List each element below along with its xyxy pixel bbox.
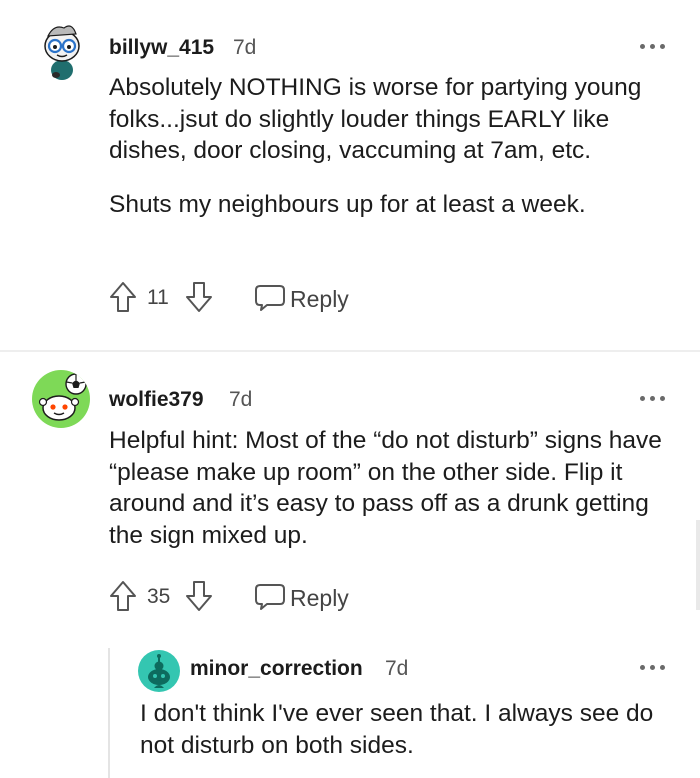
comment-actions: 35 Reply	[108, 579, 368, 619]
user-avatar[interactable]	[34, 20, 90, 82]
comment-bubble-icon	[255, 584, 285, 610]
upvote-icon[interactable]	[108, 280, 138, 314]
comment-actions: 11 Reply	[108, 280, 368, 320]
reply-button[interactable]: Reply	[254, 579, 364, 613]
snoo-soccer-avatar-icon	[38, 373, 87, 421]
comment-billyw-415: billyw_415 7d Absolutely NOTHING is wors…	[0, 0, 700, 350]
more-options-icon[interactable]	[640, 664, 666, 672]
comment-wolfie379: wolfie379 7d Helpful hint: Most of the “…	[0, 352, 700, 642]
more-options-icon[interactable]	[640, 395, 666, 403]
downvote-icon[interactable]	[184, 280, 214, 314]
user-avatar[interactable]	[32, 370, 90, 428]
comment-body: Absolutely NOTHING is worse for partying…	[109, 72, 679, 220]
scrollbar[interactable]	[696, 520, 700, 610]
snoo-default-avatar-icon	[148, 654, 170, 688]
comment-body: I don't think I've ever seen that. I alw…	[140, 698, 680, 761]
comment-username[interactable]: minor_correction	[190, 657, 363, 681]
comment-paragraph: Absolutely NOTHING is worse for partying…	[109, 74, 642, 164]
comment-username[interactable]: wolfie379	[109, 388, 204, 412]
upvote-icon[interactable]	[108, 579, 138, 613]
comment-minor-correction: minor_correction 7d I don't think I've e…	[0, 640, 700, 778]
reply-label: Reply	[290, 286, 349, 312]
user-avatar[interactable]	[138, 650, 180, 692]
downvote-icon[interactable]	[184, 579, 214, 613]
comment-paragraph: Shuts my neighbours up for at least a we…	[109, 190, 586, 218]
vote-score: 35	[147, 585, 171, 608]
comment-username[interactable]: billyw_415	[109, 36, 214, 60]
reply-button[interactable]: Reply	[254, 280, 364, 314]
comment-timestamp: 7d	[385, 657, 409, 680]
comment-paragraph: Helpful hint: Most of the “do not distur…	[109, 427, 662, 549]
snoo-glasses-avatar-icon	[44, 25, 80, 80]
comment-bubble-icon	[255, 285, 285, 311]
comment-timestamp: 7d	[233, 36, 257, 59]
comment-timestamp: 7d	[229, 388, 253, 411]
more-options-icon[interactable]	[640, 43, 666, 51]
comment-body: Helpful hint: Most of the “do not distur…	[109, 425, 679, 551]
reply-label: Reply	[290, 585, 349, 611]
vote-score: 11	[147, 286, 169, 309]
comment-paragraph: I don't think I've ever seen that. I alw…	[140, 700, 654, 759]
